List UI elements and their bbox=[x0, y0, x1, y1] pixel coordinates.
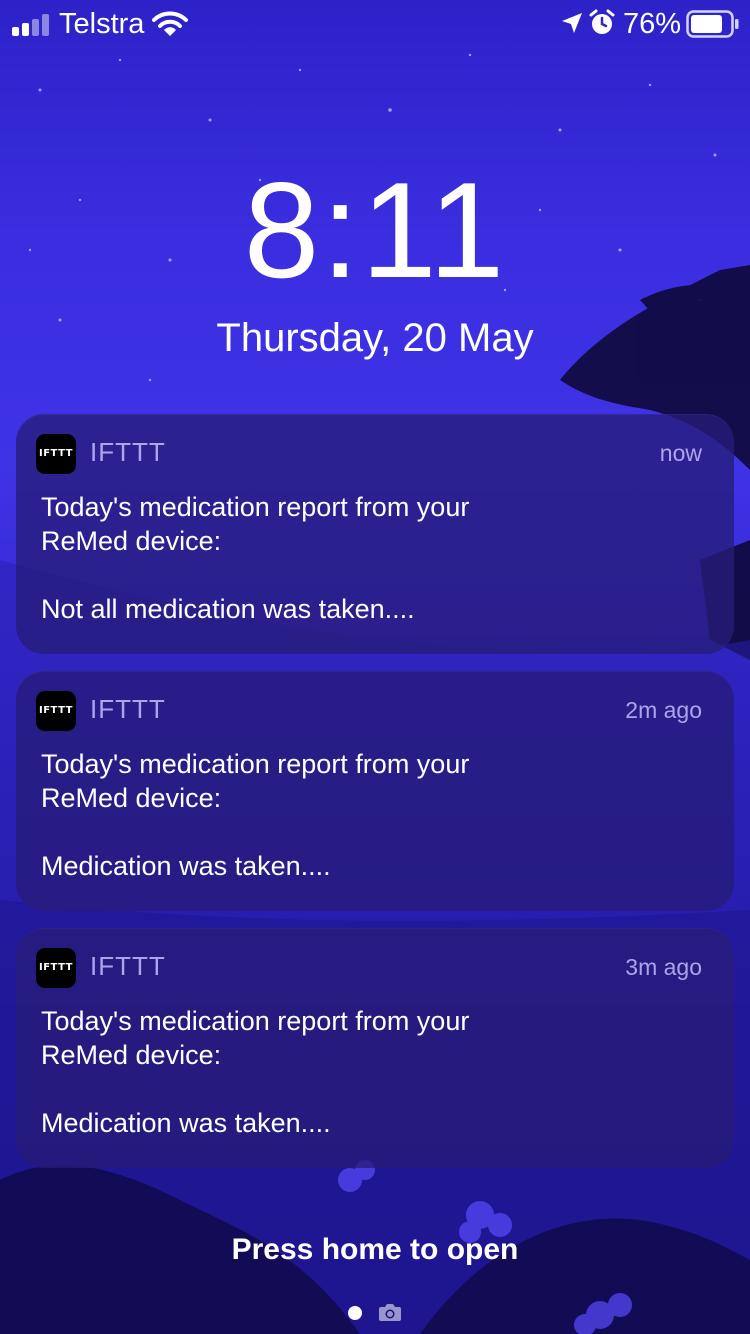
notification-body: Today's medication report from your ReMe… bbox=[41, 490, 681, 626]
notification-body-line: Today's medication report from your bbox=[41, 749, 470, 779]
notification-app-name: IFTTT bbox=[90, 694, 166, 724]
alarm-icon bbox=[589, 9, 615, 34]
notification-time: 3m ago bbox=[625, 954, 702, 980]
wifi-icon bbox=[152, 11, 188, 36]
notification-body-line: ReMed device: bbox=[41, 1040, 222, 1070]
notification-card[interactable]: IFTTT IFTTT now Today's medication repor… bbox=[16, 414, 734, 654]
lock-screen-time: 8:11 bbox=[243, 154, 507, 306]
signal-icon bbox=[12, 12, 52, 36]
battery-icon bbox=[686, 10, 739, 38]
carrier-name: Telstra bbox=[59, 8, 145, 40]
notification-body: Today's medication report from your ReMe… bbox=[41, 747, 681, 883]
battery-percent: 76% bbox=[623, 8, 682, 40]
ifttt-app-icon: IFTTT bbox=[36, 948, 76, 988]
press-home-prompt: Press home to open bbox=[231, 1233, 519, 1266]
notification-body-line: Not all medication was taken.... bbox=[41, 594, 415, 624]
notification-app-name: IFTTT bbox=[90, 951, 166, 981]
camera-icon[interactable] bbox=[378, 1302, 402, 1322]
status-bar: Telstra 76% bbox=[0, 0, 750, 48]
ifttt-app-icon: IFTTT bbox=[36, 691, 76, 731]
notification-body: Today's medication report from your ReMe… bbox=[41, 1004, 681, 1140]
notification-body-line: Today's medication report from your bbox=[41, 492, 470, 522]
notification-body-line: Medication was taken.... bbox=[41, 851, 331, 881]
notification-time: 2m ago bbox=[625, 697, 702, 723]
ifttt-app-icon: IFTTT bbox=[36, 434, 76, 474]
notification-body-line: ReMed device: bbox=[41, 783, 222, 813]
notification-body-line: Today's medication report from your bbox=[41, 1006, 470, 1036]
notification-app-name: IFTTT bbox=[90, 437, 166, 467]
page-indicator-dot bbox=[348, 1306, 362, 1320]
lock-screen-date: Thursday, 20 May bbox=[216, 316, 534, 360]
notification-card[interactable]: IFTTT IFTTT 2m ago Today's medication re… bbox=[16, 671, 734, 911]
notification-time: now bbox=[659, 440, 702, 466]
notification-card[interactable]: IFTTT IFTTT 3m ago Today's medication re… bbox=[16, 928, 734, 1168]
notification-body-line: ReMed device: bbox=[41, 526, 222, 556]
location-icon bbox=[562, 13, 582, 33]
notification-body-line: Medication was taken.... bbox=[41, 1108, 331, 1138]
